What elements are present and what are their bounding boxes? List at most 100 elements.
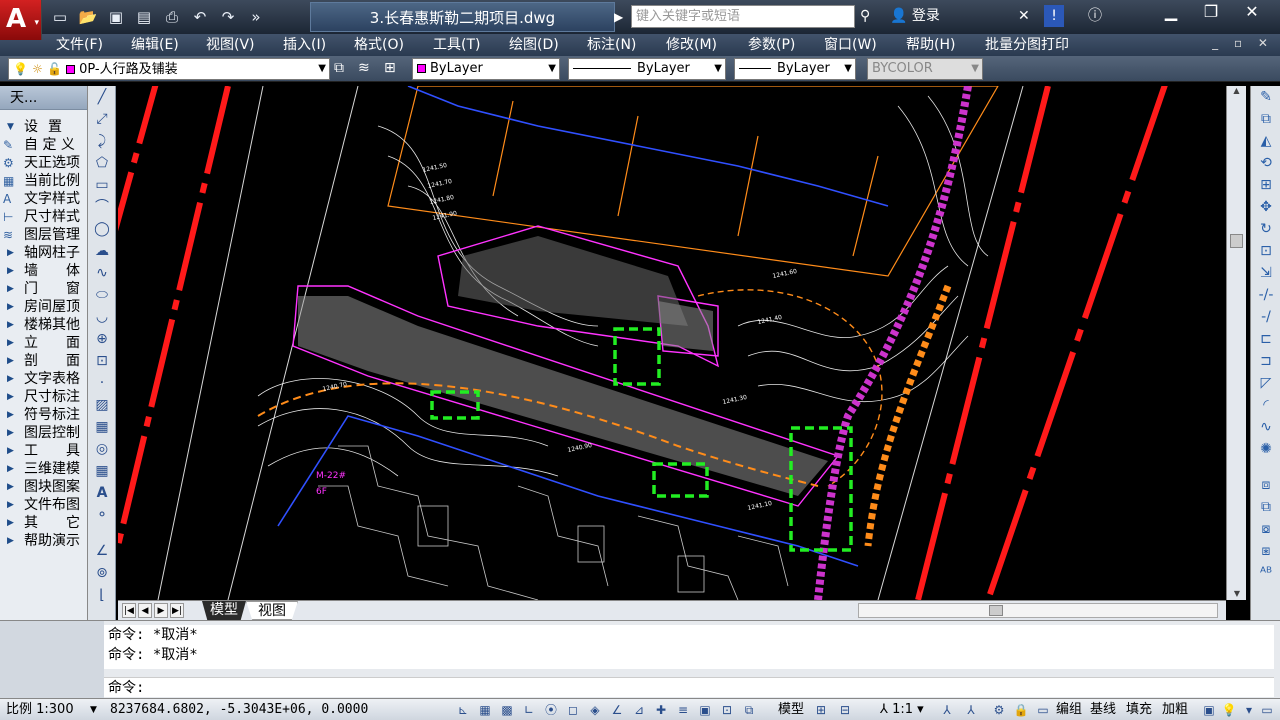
arc-icon[interactable]: ⌒: [88, 196, 116, 218]
insert-block-icon[interactable]: ⊕: [88, 328, 116, 350]
menu-insert[interactable]: 插入(I): [283, 36, 326, 54]
palette-item[interactable]: ▶ 帮助演示: [0, 532, 87, 550]
quick-properties-icon[interactable]: ⊡: [718, 702, 736, 718]
palette-title[interactable]: 天...: [0, 86, 87, 110]
auto-scale-icon[interactable]: ⅄: [962, 702, 980, 718]
palette-item[interactable]: ▶ 楼梯其他: [0, 316, 87, 334]
snap-icon[interactable]: ▦: [476, 702, 494, 718]
status-menu-icon[interactable]: ▾: [1240, 702, 1258, 718]
search-input[interactable]: 键入关键字或短语: [631, 5, 855, 28]
open-file-icon[interactable]: 📂: [76, 6, 100, 28]
menu-tools[interactable]: 工具(T): [433, 36, 480, 54]
command-input[interactable]: 命令:: [104, 677, 1274, 697]
draworder-icon[interactable]: ⧈: [1251, 474, 1280, 496]
break-icon[interactable]: ⊏: [1251, 328, 1280, 350]
notification-icon[interactable]: !: [1044, 5, 1064, 27]
scale-readout[interactable]: 比例 1:300: [6, 701, 74, 719]
redo-icon[interactable]: ↷: [216, 6, 240, 28]
model-space-label[interactable]: 模型: [778, 701, 804, 719]
circle-icon[interactable]: ◯: [88, 218, 116, 240]
undo-icon[interactable]: ↶: [188, 6, 212, 28]
menu-file[interactable]: 文件(F): [56, 36, 103, 54]
grid-icon[interactable]: ▩: [498, 702, 516, 718]
spline-icon[interactable]: ∿: [88, 262, 116, 284]
palette-item[interactable]: ▶ 墙 体: [0, 262, 87, 280]
rotate-icon[interactable]: ↻: [1251, 218, 1280, 240]
ortho-icon[interactable]: ∟: [520, 702, 538, 718]
palette-item[interactable]: ▶ 房间屋顶: [0, 298, 87, 316]
table-icon[interactable]: ▦: [88, 460, 116, 482]
palette-item[interactable]: ▶ 符号标注: [0, 406, 87, 424]
menu-help[interactable]: 帮助(H): [906, 36, 955, 54]
make-block-icon[interactable]: ⊡: [88, 350, 116, 372]
group-icon[interactable]: ⧉: [1251, 496, 1280, 518]
hatch-icon[interactable]: ▨: [88, 394, 116, 416]
line-icon[interactable]: ╱: [88, 86, 116, 108]
menu-format[interactable]: 格式(O): [354, 36, 404, 54]
array-icon[interactable]: ⊞: [1251, 174, 1280, 196]
stretch-icon[interactable]: ⇲: [1251, 262, 1280, 284]
prev-tab-icon[interactable]: ◀: [138, 603, 152, 618]
lineweight-icon[interactable]: ≡: [674, 702, 692, 718]
region-icon[interactable]: ◎: [88, 438, 116, 460]
annotation-visibility-icon[interactable]: ⅄: [938, 702, 956, 718]
erase-icon[interactable]: ✎: [1251, 86, 1280, 108]
exchange-icon[interactable]: ✕: [1018, 5, 1030, 27]
first-tab-icon[interactable]: |◀: [122, 603, 136, 618]
lock-icon[interactable]: 🔒: [1012, 702, 1030, 718]
selection-cycling-icon[interactable]: ⧉: [740, 702, 758, 718]
clean-screen-icon[interactable]: ▭: [1258, 702, 1276, 718]
workspace-gear-icon[interactable]: ⚙: [990, 702, 1008, 718]
palette-item[interactable]: ⚙ 天正选项: [0, 154, 87, 172]
scroll-down-icon[interactable]: ▼: [1227, 589, 1247, 598]
join-icon[interactable]: ⊐: [1251, 350, 1280, 372]
fill-toggle[interactable]: 填充: [1126, 701, 1152, 719]
palette-item[interactable]: ▦ 当前比例: [0, 172, 87, 190]
move-icon[interactable]: ✥: [1251, 196, 1280, 218]
polyline-icon[interactable]: ⤸: [88, 130, 116, 152]
dyn-icon[interactable]: ✚: [652, 702, 670, 718]
palette-item[interactable]: ▼ 设置: [0, 118, 87, 136]
tab-model[interactable]: 模型: [202, 601, 246, 620]
save-as-icon[interactable]: ▤: [132, 6, 156, 28]
horizontal-scroll-thumb[interactable]: [989, 605, 1003, 616]
palette-item[interactable]: ▶ 剖 面: [0, 352, 87, 370]
annotation-scale[interactable]: ⅄ 1:1 ▾: [880, 701, 924, 719]
trim-icon[interactable]: -/-: [1251, 284, 1280, 306]
palette-item[interactable]: ▶ 图块图案: [0, 478, 87, 496]
palette-item[interactable]: ▶ 立 面: [0, 334, 87, 352]
scale-icon[interactable]: ⊡: [1251, 240, 1280, 262]
menu-edit[interactable]: 编辑(E): [131, 36, 179, 54]
layer-match-icon[interactable]: ⊞: [384, 60, 396, 76]
transparency-icon[interactable]: ▣: [696, 702, 714, 718]
quick-view-layouts-icon[interactable]: ⊞: [812, 702, 830, 718]
dim-icon[interactable]: ∠: [88, 540, 116, 562]
extend-icon[interactable]: -/: [1251, 306, 1280, 328]
baseline-toggle[interactable]: 基线: [1090, 701, 1116, 719]
menu-modify[interactable]: 修改(M): [666, 36, 717, 54]
osnap-icon[interactable]: ◻: [564, 702, 582, 718]
copy-icon[interactable]: ⧉: [1251, 108, 1280, 130]
chamfer-icon[interactable]: ◸: [1251, 372, 1280, 394]
palette-item[interactable]: ≋ 图层管理: [0, 226, 87, 244]
vertical-scrollbar[interactable]: ▲ ▼: [1226, 86, 1246, 600]
palette-item[interactable]: A 文字样式: [0, 190, 87, 208]
scroll-thumb[interactable]: [1230, 234, 1243, 248]
stack-icon[interactable]: ⧇: [1251, 518, 1280, 540]
add-selected-icon[interactable]: ⚬: [88, 504, 116, 526]
palette-item[interactable]: ✎ 自 定 义: [0, 136, 87, 154]
mirror-icon[interactable]: ◭: [1251, 130, 1280, 152]
tab-layout[interactable]: 视图: [246, 601, 298, 620]
orbit-icon[interactable]: ⊚: [88, 562, 116, 584]
drawing-canvas[interactable]: M-22# 6F 1241.50 1241.70 1241.80 1241.90…: [118, 86, 1226, 600]
menu-dimension[interactable]: 标注(N): [587, 36, 636, 54]
3d-osnap-icon[interactable]: ◈: [586, 702, 604, 718]
construction-line-icon[interactable]: ⤢: [88, 108, 116, 130]
drawing-window-controls[interactable]: _ ▫ ✕: [1212, 36, 1274, 50]
menu-batch-print[interactable]: 批量分图打印: [985, 36, 1069, 54]
menu-view[interactable]: 视图(V): [206, 36, 255, 54]
plotstyle-dropdown[interactable]: BYCOLOR ▼: [867, 58, 983, 80]
point-icon[interactable]: ·: [88, 372, 116, 394]
palette-item[interactable]: ▶ 工 具: [0, 442, 87, 460]
polygon-icon[interactable]: ⬠: [88, 152, 116, 174]
